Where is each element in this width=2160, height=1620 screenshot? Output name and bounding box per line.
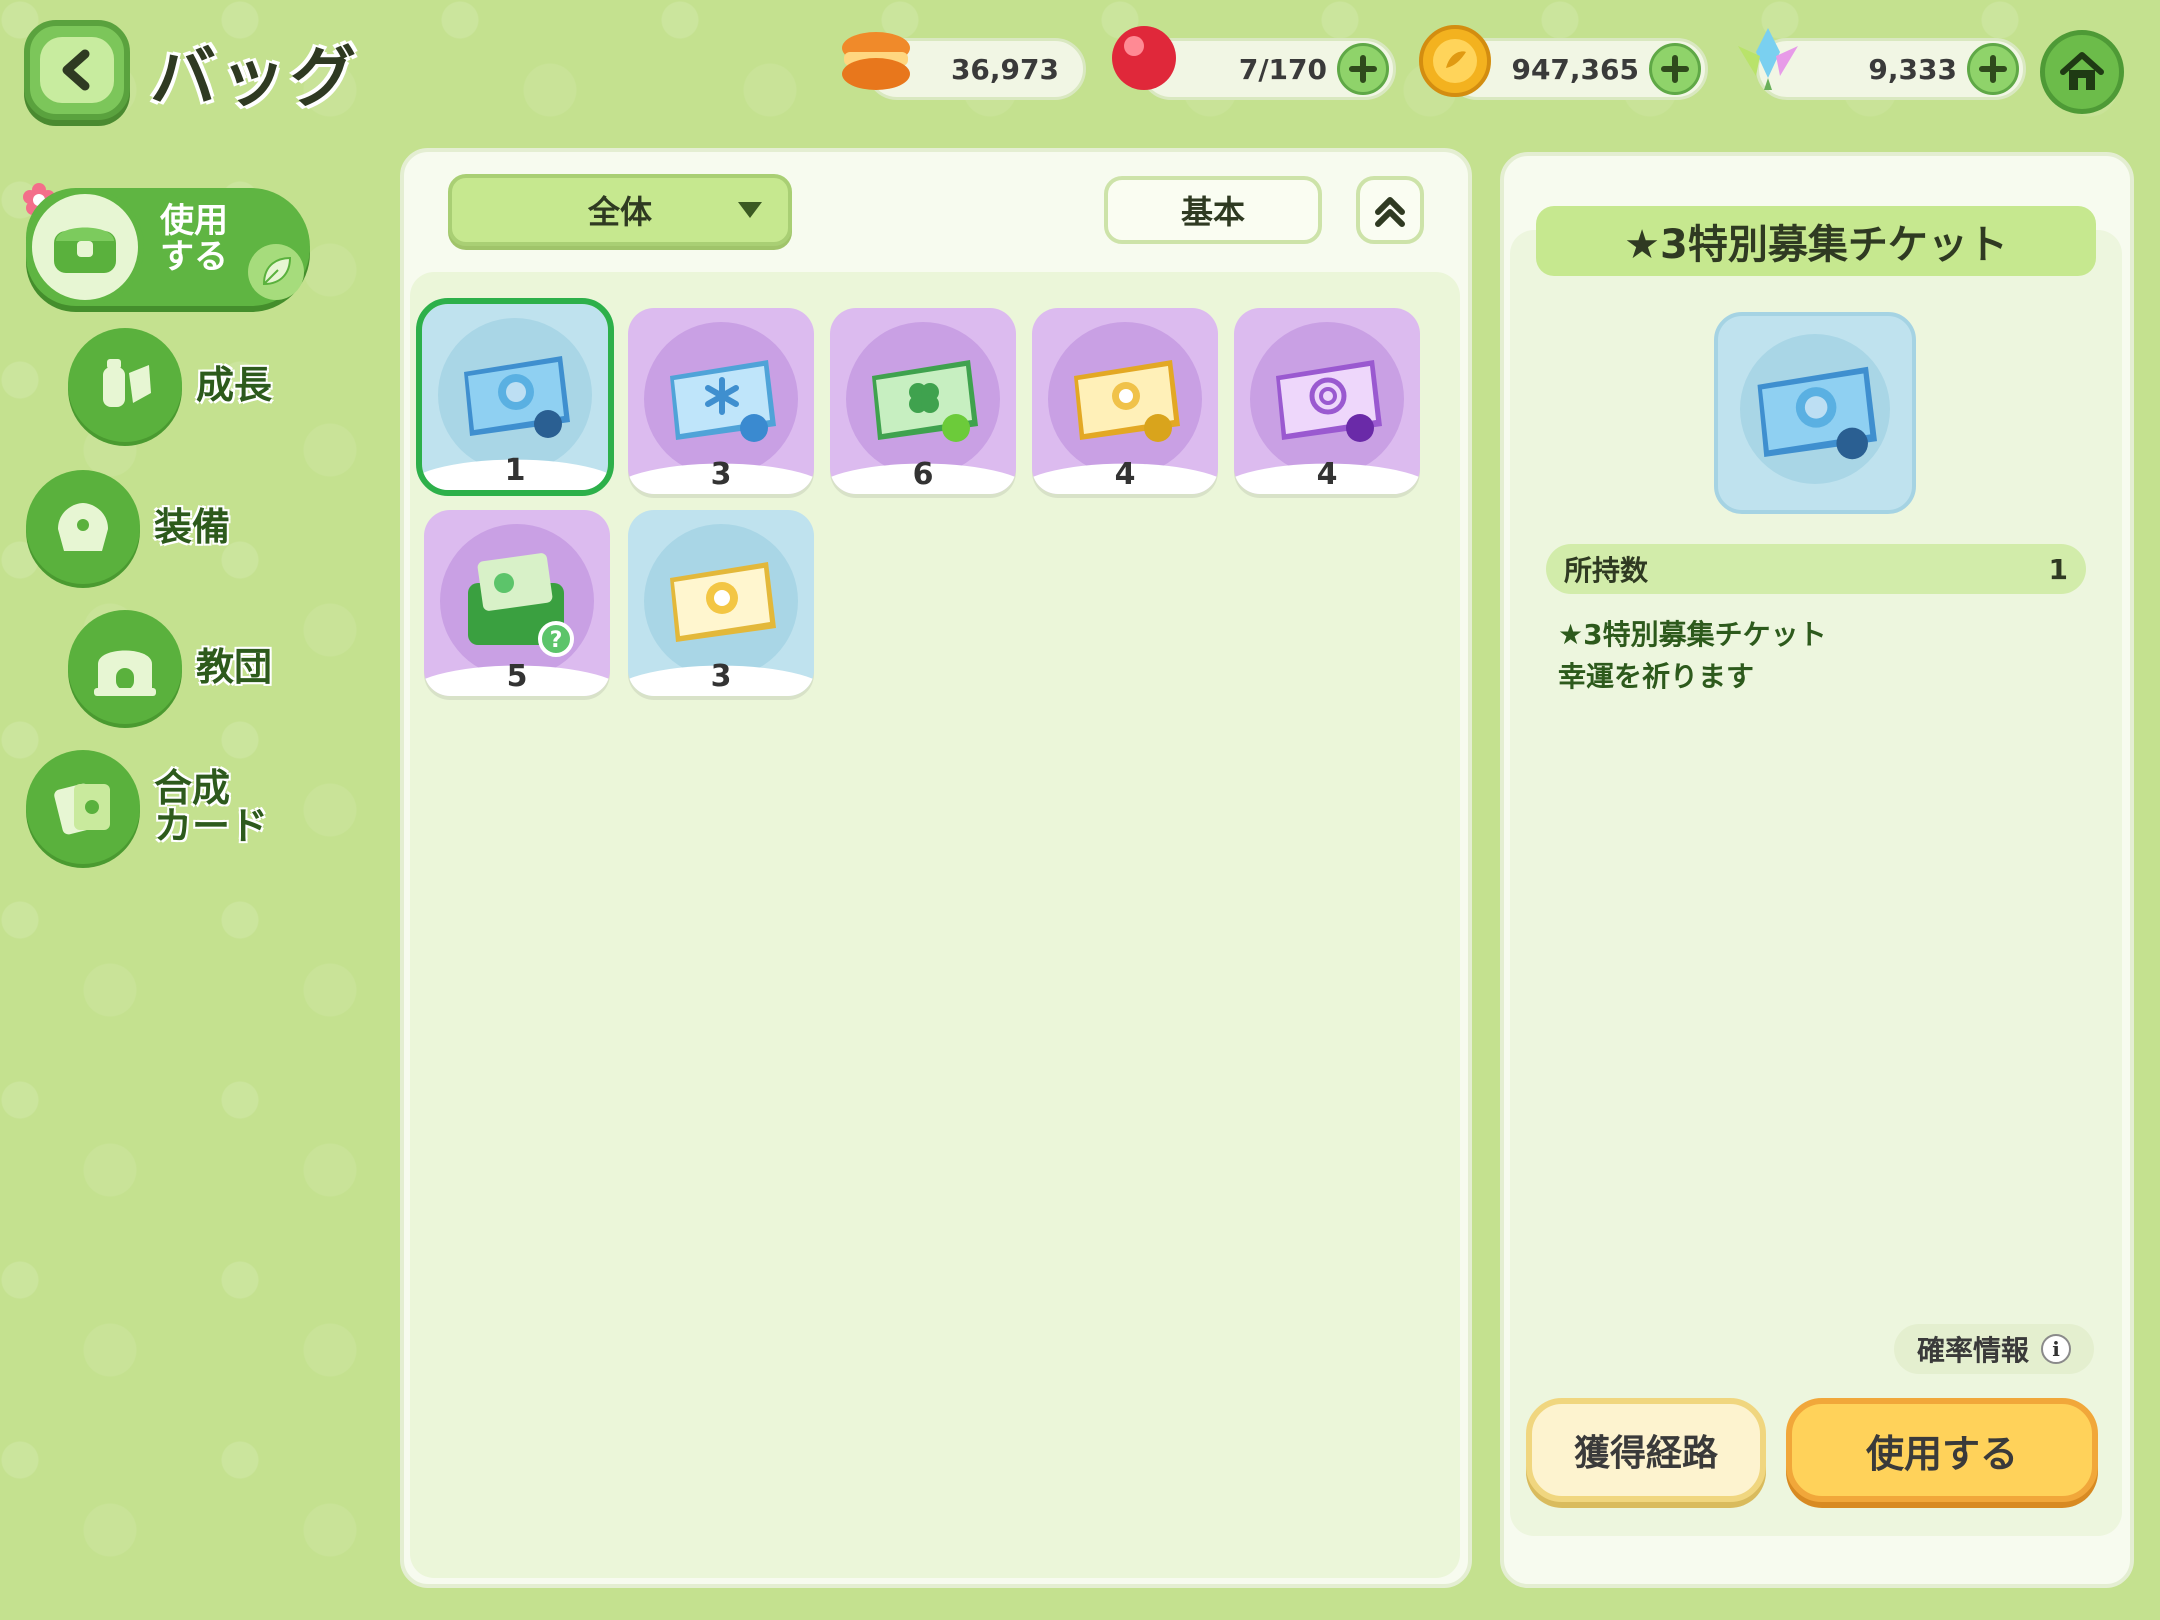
candy-icon bbox=[1106, 22, 1182, 102]
probability-info-label: 確率情報 bbox=[1916, 1334, 2029, 1367]
chest-icon bbox=[26, 188, 144, 306]
sort-button[interactable]: 基本 bbox=[1104, 176, 1322, 244]
currency-value: 7/170 bbox=[1238, 52, 1327, 86]
nav-item-growth[interactable]: 成長 bbox=[68, 328, 272, 442]
inventory-slot[interactable]: 4 bbox=[1234, 308, 1420, 494]
crystal-icon bbox=[1730, 22, 1806, 98]
card-case-icon: ? bbox=[468, 553, 574, 657]
add-coin-button[interactable] bbox=[1649, 43, 1701, 95]
acquisition-route-button[interactable]: 獲得経路 bbox=[1526, 1398, 1766, 1502]
macaron-icon bbox=[838, 28, 914, 98]
add-candy-button[interactable] bbox=[1337, 43, 1389, 95]
nav-label: 教団 bbox=[196, 645, 273, 689]
inventory-slot[interactable]: 4 bbox=[1032, 308, 1218, 494]
inventory-slot[interactable]: 6 bbox=[830, 308, 1016, 494]
coin-icon bbox=[1418, 24, 1492, 102]
home-icon bbox=[2060, 52, 2104, 90]
item-count: 4 bbox=[1114, 457, 1136, 492]
card-icon bbox=[26, 750, 140, 864]
nav-item-cult[interactable]: 教団 bbox=[68, 610, 272, 724]
currency-value: 36,973 bbox=[950, 52, 1059, 86]
chevron-left-icon bbox=[40, 37, 114, 103]
add-crystal-button[interactable] bbox=[1967, 43, 2019, 95]
clover-ticket-icon bbox=[872, 360, 978, 442]
inventory-slot[interactable]: ? 5 bbox=[424, 510, 610, 696]
item-title: ★3特別募集チケット bbox=[1536, 206, 2096, 276]
item-preview bbox=[1714, 312, 1916, 514]
double-chevron-up-icon bbox=[1375, 197, 1405, 227]
inventory-slot[interactable]: 3 bbox=[628, 510, 814, 696]
currency-value: 947,365 bbox=[1511, 52, 1639, 86]
item-count: 3 bbox=[710, 457, 732, 492]
spiral-ticket-icon bbox=[1276, 360, 1382, 442]
star-ticket-icon bbox=[464, 356, 570, 438]
inventory-slot[interactable]: 1 bbox=[416, 298, 614, 496]
home-button[interactable] bbox=[2040, 30, 2124, 114]
owned-count-label: 所持数 bbox=[1564, 554, 1649, 587]
info-icon: i bbox=[2041, 1334, 2071, 1364]
item-count: 3 bbox=[710, 659, 732, 694]
leaf-icon bbox=[248, 244, 304, 300]
nav-label: 合成 カード bbox=[154, 769, 268, 845]
nav-item-equipment[interactable]: 装備 bbox=[26, 470, 230, 584]
item-count: 1 bbox=[504, 453, 526, 488]
category-filter-dropdown[interactable]: 全体 bbox=[448, 174, 792, 246]
item-count: 4 bbox=[1316, 457, 1338, 492]
filter-label: 全体 bbox=[587, 193, 652, 231]
chevron-down-icon bbox=[738, 202, 762, 218]
inventory-slot[interactable]: 3 bbox=[628, 308, 814, 494]
nav-item-use[interactable]: 使用 する bbox=[26, 188, 310, 306]
owned-count-row: 所持数 1 bbox=[1546, 544, 2086, 594]
potion-icon bbox=[68, 328, 182, 442]
item-count: 5 bbox=[506, 659, 528, 694]
description-line1: ★3特別募集チケット bbox=[1558, 618, 1827, 651]
currency-value: 9,333 bbox=[1868, 52, 1957, 86]
nav-active-label: 使用 する bbox=[160, 201, 228, 277]
nav-active-label-line1: 使用 bbox=[160, 201, 228, 241]
nav-label-line1: 合成 bbox=[154, 766, 231, 810]
page-title: バッグ bbox=[150, 39, 360, 116]
nav-label: 装備 bbox=[154, 505, 231, 549]
use-button[interactable]: 使用する bbox=[1786, 1398, 2098, 1502]
svg-text:?: ? bbox=[550, 628, 563, 653]
back-button[interactable] bbox=[24, 20, 130, 120]
sun-ticket-icon bbox=[1074, 360, 1180, 442]
star-ticket-icon bbox=[1757, 366, 1877, 460]
snowflake-ticket-icon bbox=[670, 360, 776, 442]
equipment-icon bbox=[26, 470, 140, 584]
probability-info-button[interactable]: 確率情報 i bbox=[1894, 1324, 2094, 1374]
owned-count-value: 1 bbox=[2048, 552, 2068, 586]
item-count: 6 bbox=[912, 457, 934, 492]
item-description: ★3特別募集チケット 幸運を祈ります bbox=[1558, 614, 2078, 698]
description-line2: 幸運を祈ります bbox=[1558, 660, 1755, 693]
nav-label: 成長 bbox=[196, 363, 273, 407]
nav-label-line2: カード bbox=[154, 804, 269, 848]
sort-order-button[interactable] bbox=[1356, 176, 1424, 244]
nav-item-fusion-card[interactable]: 合成 カード bbox=[26, 750, 268, 864]
nav-active-label-line2: する bbox=[160, 236, 228, 277]
temple-icon bbox=[68, 610, 182, 724]
gold-sun-ticket-icon bbox=[670, 562, 776, 642]
